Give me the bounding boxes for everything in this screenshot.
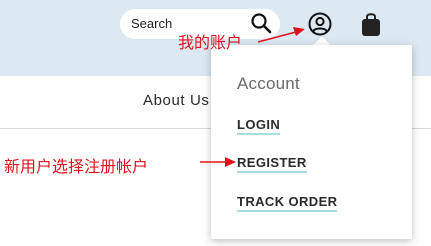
annotation-arrow-register bbox=[200, 157, 236, 167]
